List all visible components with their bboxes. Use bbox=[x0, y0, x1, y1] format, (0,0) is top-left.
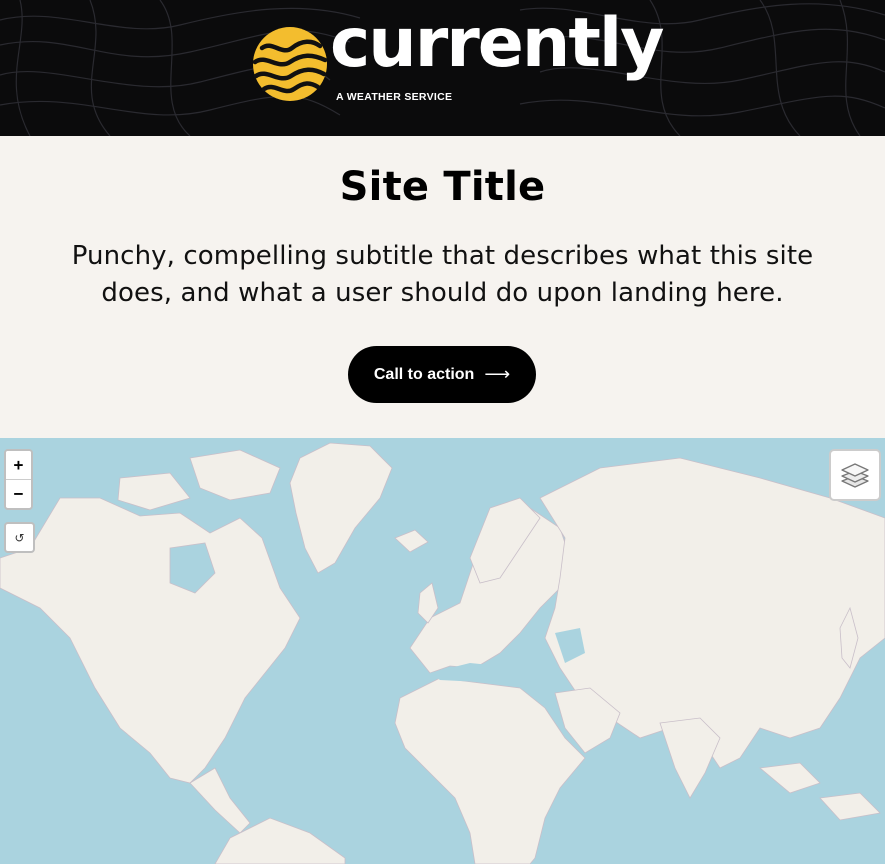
page-subtitle: Punchy, compelling subtitle that describ… bbox=[71, 241, 814, 308]
call-to-action-label: Call to action bbox=[373, 365, 475, 383]
arrow-right-icon: ⟶ bbox=[484, 364, 511, 384]
north-america-landmass bbox=[0, 497, 301, 784]
brand-tagline: A WEATHER SERVICE bbox=[336, 91, 453, 103]
sun-waves-icon bbox=[252, 27, 328, 101]
zoom-in-button[interactable]: + bbox=[6, 451, 31, 479]
zoom-control: + − bbox=[4, 449, 33, 510]
reset-view-button[interactable]: ↺ bbox=[4, 522, 35, 553]
call-to-action-button[interactable]: Call to action ⟶ bbox=[348, 346, 536, 403]
map-tiles bbox=[0, 442, 885, 864]
brand-wordmark: currently bbox=[330, 4, 664, 83]
brand-logo[interactable]: currently A WEATHER SERVICE bbox=[252, 10, 664, 108]
zoom-out-button[interactable]: − bbox=[6, 479, 31, 507]
hero-section: Site Title Punchy, compelling subtitle t… bbox=[0, 136, 885, 438]
page-title: Site Title bbox=[339, 164, 546, 210]
greenland-landmass bbox=[289, 442, 393, 574]
africa-landmass bbox=[394, 677, 586, 864]
world-map[interactable] bbox=[0, 438, 885, 864]
site-header: currently A WEATHER SERVICE bbox=[0, 0, 885, 136]
arctic-islands bbox=[189, 449, 281, 501]
layers-icon bbox=[841, 463, 869, 488]
layers-control[interactable] bbox=[829, 449, 881, 501]
